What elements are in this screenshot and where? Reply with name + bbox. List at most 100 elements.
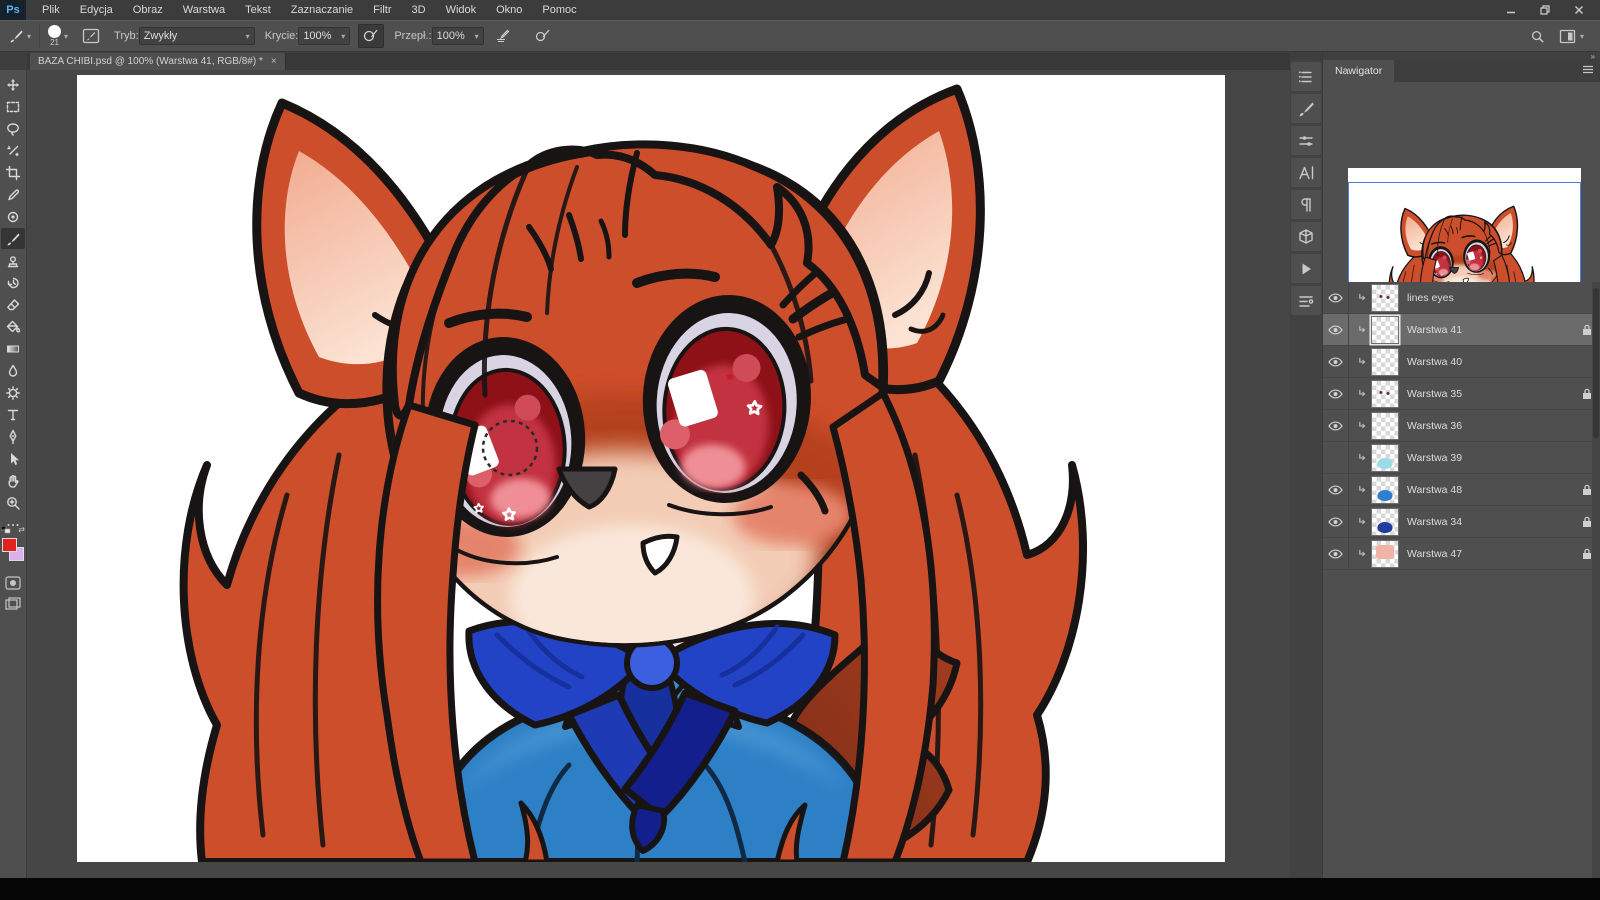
paint-bucket-tool[interactable]	[1, 316, 25, 337]
layer-row-warstwa-35[interactable]: Warstwa 35	[1323, 378, 1600, 410]
visibility-eye-icon[interactable]	[1323, 410, 1349, 441]
canvas-area[interactable]	[27, 70, 1290, 878]
layer-row-warstwa-48[interactable]: Warstwa 48	[1323, 474, 1600, 506]
layer-thumbnail[interactable]	[1371, 507, 1399, 536]
layer-name[interactable]: Warstwa 47	[1407, 548, 1574, 560]
layer-name[interactable]: Warstwa 39	[1407, 452, 1574, 464]
default-colors-icon[interactable]	[1, 526, 11, 534]
menu-warstwa[interactable]: Warstwa	[173, 0, 235, 20]
blend-mode-select[interactable]: Zwykły ▾	[138, 27, 255, 45]
layer-name[interactable]: Warstwa 36	[1407, 420, 1574, 432]
brush-tool[interactable]	[1, 228, 25, 249]
foreground-color-swatch[interactable]	[2, 538, 17, 552]
menu-plik[interactable]: Plik	[32, 0, 70, 20]
menu-filtr[interactable]: Filtr	[363, 0, 401, 20]
layer-name[interactable]: Warstwa 48	[1407, 484, 1574, 496]
minimize-button[interactable]	[1496, 1, 1526, 19]
panel-button-properties[interactable]	[1291, 126, 1321, 155]
pen-tool[interactable]	[1, 426, 25, 447]
path-selection-tool[interactable]	[1, 448, 25, 469]
layer-thumbnail[interactable]	[1371, 411, 1399, 440]
menu-widok[interactable]: Widok	[436, 0, 487, 20]
layer-name[interactable]: Warstwa 40	[1407, 356, 1574, 368]
layer-name[interactable]: Warstwa 35	[1407, 388, 1574, 400]
canvas[interactable]	[77, 75, 1225, 862]
move-tool[interactable]	[1, 74, 25, 95]
layers-scrollbar[interactable]	[1592, 282, 1600, 878]
panel-button-paragraph[interactable]	[1291, 190, 1321, 219]
menu-zaznaczanie[interactable]: Zaznaczanie	[281, 0, 363, 20]
layer-thumbnail[interactable]	[1371, 315, 1399, 344]
layer-thumbnail[interactable]	[1371, 539, 1399, 568]
tab-navigator[interactable]: Nawigator	[1323, 60, 1395, 82]
layer-name[interactable]: lines eyes	[1407, 292, 1574, 304]
hand-tool[interactable]	[1, 470, 25, 491]
opacity-select[interactable]: 100% ▾	[298, 27, 351, 45]
screen-mode-button[interactable]	[1, 593, 25, 614]
eraser-tool[interactable]	[1, 294, 25, 315]
panel-button-history[interactable]	[1291, 62, 1321, 91]
type-tool[interactable]	[1, 404, 25, 425]
lasso-tool[interactable]	[1, 118, 25, 139]
restore-button[interactable]	[1530, 1, 1560, 19]
brush-preset-picker[interactable]: 21 ▾	[48, 25, 68, 47]
gradient-tool[interactable]	[1, 338, 25, 359]
menu-edycja[interactable]: Edycja	[70, 0, 123, 20]
layer-thumbnail[interactable]	[1371, 379, 1399, 408]
menu-obraz[interactable]: Obraz	[123, 0, 173, 20]
healing-brush-tool[interactable]	[1, 206, 25, 227]
quick-mask-button[interactable]	[1, 572, 25, 593]
layer-name[interactable]: Warstwa 34	[1407, 516, 1574, 528]
visibility-eye-icon[interactable]	[1323, 378, 1349, 409]
panel-menu-icon[interactable]	[1582, 65, 1594, 74]
clone-stamp-tool[interactable]	[1, 250, 25, 271]
zoom-tool[interactable]	[1, 492, 25, 513]
panel-button-character[interactable]	[1291, 158, 1321, 187]
panel-button-actions[interactable]	[1291, 254, 1321, 283]
swap-colors-icon[interactable]: ⇄	[18, 525, 25, 534]
layer-row-warstwa-41[interactable]: Warstwa 41	[1323, 314, 1600, 346]
visibility-eye-icon[interactable]	[1323, 314, 1349, 345]
pressure-opacity-button[interactable]	[358, 24, 385, 48]
visibility-eye-icon-off[interactable]	[1323, 442, 1349, 473]
panel-button-3d[interactable]	[1291, 222, 1321, 251]
toggle-brush-panel-button[interactable]	[78, 24, 104, 48]
tool-preset[interactable]: ▾	[8, 28, 31, 44]
search-icon[interactable]	[1530, 29, 1545, 44]
close-tab-icon[interactable]: ×	[271, 56, 277, 67]
layer-row-warstwa-40[interactable]: Warstwa 40	[1323, 346, 1600, 378]
flow-select[interactable]: 100% ▾	[431, 27, 484, 45]
layer-row-warstwa-36[interactable]: Warstwa 36	[1323, 410, 1600, 442]
blur-tool[interactable]	[1, 360, 25, 381]
panel-button-timeline[interactable]	[1291, 286, 1321, 315]
layer-thumbnail[interactable]	[1371, 347, 1399, 376]
magic-wand-tool[interactable]	[1, 140, 25, 161]
dodge-tool[interactable]	[1, 382, 25, 403]
airbrush-button[interactable]	[490, 24, 516, 48]
history-brush-tool[interactable]	[1, 272, 25, 293]
visibility-eye-icon[interactable]	[1323, 474, 1349, 505]
layer-row-warstwa-34[interactable]: Warstwa 34	[1323, 506, 1600, 538]
layer-row-lines-eyes[interactable]: lines eyes	[1323, 282, 1600, 314]
menu-tekst[interactable]: Tekst	[235, 0, 281, 20]
crop-tool[interactable]	[1, 162, 25, 183]
layer-row-warstwa-39[interactable]: Warstwa 39	[1323, 442, 1600, 474]
rectangular-marquee-tool[interactable]	[1, 96, 25, 117]
menu-3d[interactable]: 3D	[402, 0, 436, 20]
close-button[interactable]	[1564, 1, 1594, 19]
menu-pomoc[interactable]: Pomoc	[532, 0, 586, 20]
layer-name[interactable]: Warstwa 41	[1407, 324, 1574, 336]
workspace-switcher[interactable]: ▾	[1559, 29, 1584, 44]
eyedropper-tool[interactable]	[1, 184, 25, 205]
visibility-eye-icon[interactable]	[1323, 282, 1349, 313]
layer-thumbnail[interactable]	[1371, 475, 1399, 504]
layer-row-warstwa-47[interactable]: Warstwa 47	[1323, 538, 1600, 570]
layer-thumbnail[interactable]	[1371, 283, 1399, 312]
menu-okno[interactable]: Okno	[486, 0, 532, 20]
visibility-eye-icon[interactable]	[1323, 346, 1349, 377]
visibility-eye-icon[interactable]	[1323, 538, 1349, 569]
layer-thumbnail[interactable]	[1371, 443, 1399, 472]
pressure-size-button[interactable]	[530, 24, 556, 48]
visibility-eye-icon[interactable]	[1323, 506, 1349, 537]
scrollbar-thumb[interactable]	[1593, 288, 1599, 438]
